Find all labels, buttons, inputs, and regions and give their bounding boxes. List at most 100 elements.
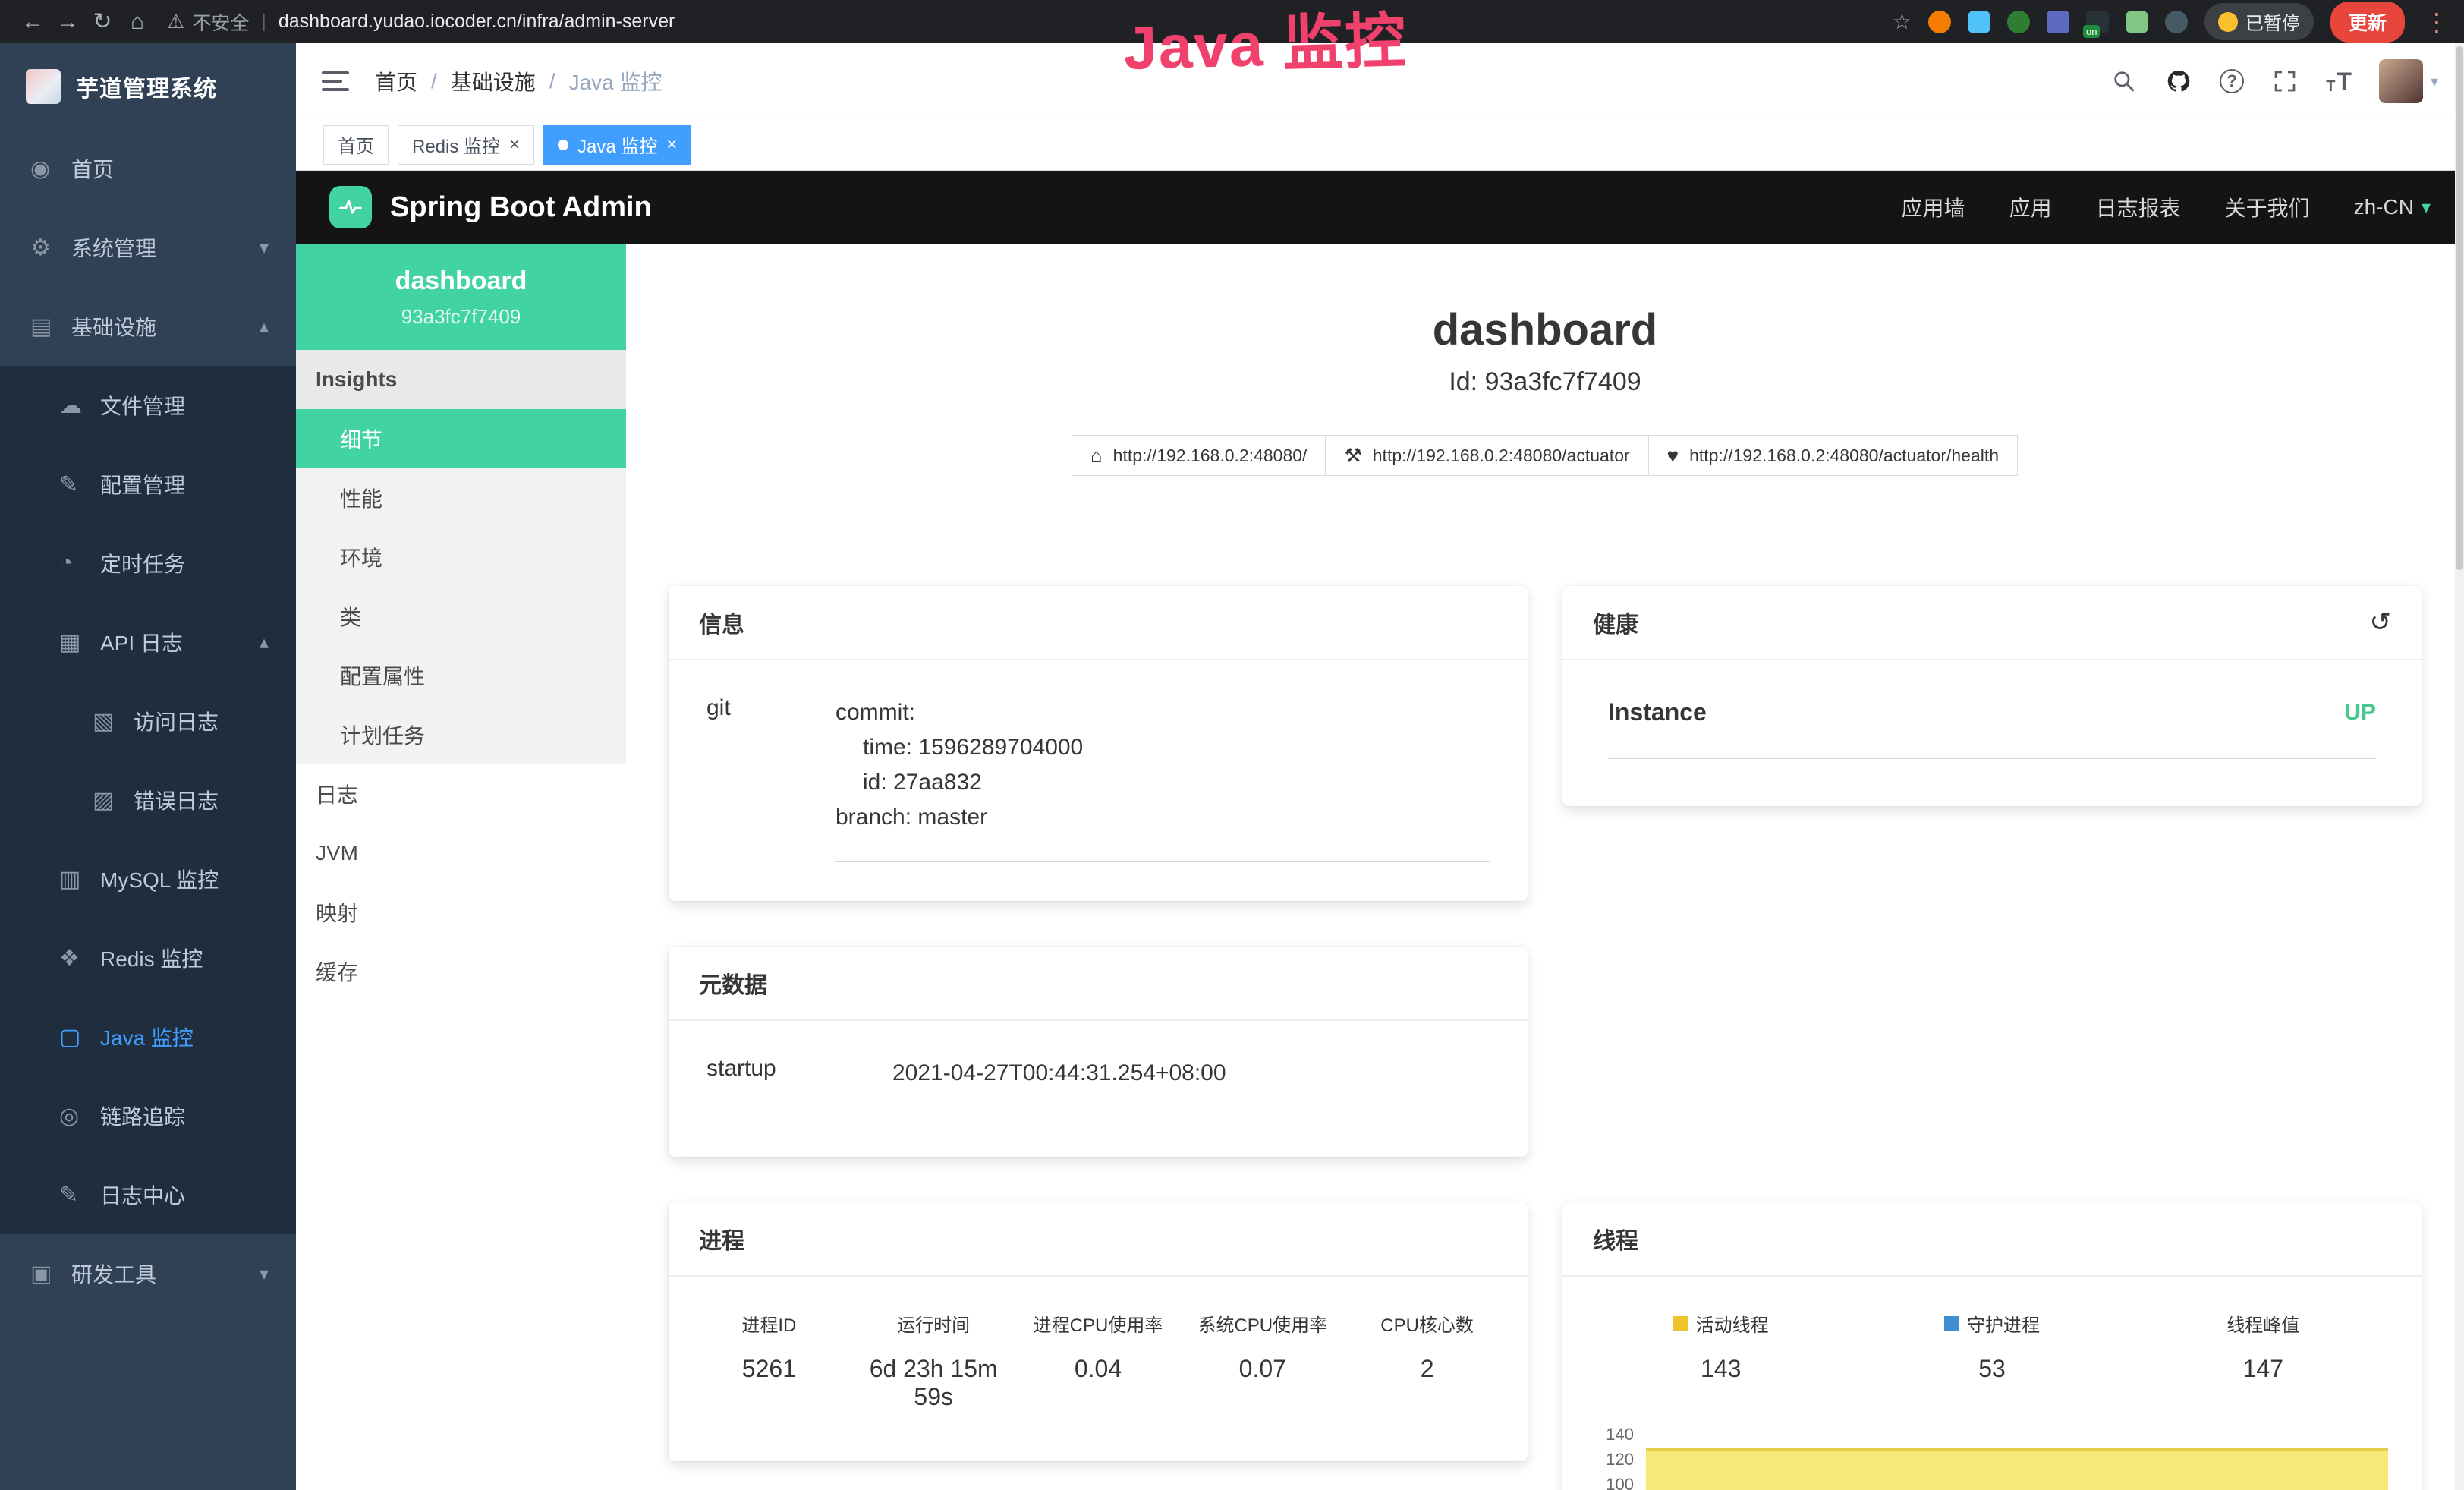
threads-area-chart: 140 120 100 [1585,1425,2399,1490]
history-icon[interactable]: ↺ [2370,607,2392,638]
process-card: 进程 进程ID 5261 运行时间 6d 23h 15m 59s [669,1202,1528,1461]
browser-menu-icon[interactable]: ⋮ [2425,8,2449,36]
reload-icon[interactable]: ↻ [85,8,120,35]
sidebar-item-api-logs[interactable]: ▦ API 日志 ▴ [0,603,296,682]
health-instance-label: Instance [1608,698,1707,726]
tag-home[interactable]: 首页 [323,125,389,165]
hamburger-icon[interactable] [322,71,349,91]
service-url-button[interactable]: ⌂ http://192.168.0.2:48080/ [1072,435,1326,476]
extension-icon[interactable] [1968,11,1990,33]
breadcrumb-home[interactable]: 首页 [375,66,417,96]
sba-item-mappings[interactable]: 映射 [296,883,626,942]
yellow-swatch-icon [1673,1316,1688,1331]
scrollbar-thumb[interactable] [2456,46,2463,570]
sba-header: Spring Boot Admin 应用墙 应用 日志报表 关于我们 zh-CN… [296,171,2464,244]
info-line: id: 27aa832 [835,765,1490,800]
extension-icon[interactable] [2047,11,2069,33]
legend-peak-threads: 线程峰值 147 [2128,1310,2399,1383]
sba-nav-about[interactable]: 关于我们 [2225,192,2310,222]
browser-home-icon[interactable]: ⌂ [120,9,155,35]
bookmark-star-icon[interactable]: ☆ [1893,9,1912,34]
puzzle-extension-icon[interactable] [2165,11,2188,33]
address-divider: | [261,11,266,33]
info-card-body: git commit: time: 1596289704000 id: 27aa… [669,660,1528,901]
browser-chrome: ← → ↻ ⌂ ⚠ 不安全 | dashboard.yudao.iocoder.… [0,0,2464,43]
sidebar-item-home[interactable]: ◉ 首页 [0,129,296,208]
font-size-icon[interactable]: TT [2326,68,2352,96]
sba-item-scheduled-tasks[interactable]: 计划任务 [296,705,626,764]
chart-y-axis: 140 120 100 [1585,1425,1644,1490]
forward-icon[interactable]: → [50,9,85,35]
sidebar-item-system-management[interactable]: ⚙ 系统管理 ▾ [0,208,296,287]
update-button[interactable]: 更新 [2330,2,2405,43]
sba-item-caches[interactable]: 缓存 [296,942,626,1001]
extension-icon[interactable]: on [2086,11,2109,33]
sidebar-item-infrastructure[interactable]: ▤ 基础设施 ▴ [0,287,296,366]
app-logo [26,69,61,104]
stat-value: 6d 23h 15m 59s [851,1355,1016,1411]
sba-item-jvm[interactable]: JVM [296,824,626,883]
sba-nav-journal[interactable]: 日志报表 [2096,192,2181,222]
sba-item-environment[interactable]: 环境 [296,528,626,587]
sidebar-item-dev-tools[interactable]: ▣ 研发工具 ▾ [0,1234,296,1313]
sidebar-item-config-management[interactable]: ✎ 配置管理 [0,445,296,524]
sidebar-item-error-logs[interactable]: ▨ 错误日志 [0,761,296,840]
spring-boot-admin-logo-icon[interactable] [329,186,372,228]
breadcrumb-infrastructure[interactable]: 基础设施 [451,66,536,96]
help-icon[interactable]: ? [2220,69,2244,93]
error-log-icon: ▨ [93,787,134,814]
instance-header[interactable]: dashboard 93a3fc7f7409 [296,244,626,350]
startup-timestamp: 2021-04-27T00:44:31.254+08:00 [892,1056,1490,1117]
sba-nav-wallboard[interactable]: 应用墙 [1902,192,1965,222]
sidebar-item-label: Redis 监控 [100,943,203,973]
sidebar-item-java-monitor[interactable]: ▢ Java 监控 [0,997,296,1076]
github-icon[interactable] [2165,68,2192,95]
chevron-down-icon: ▾ [2431,72,2438,91]
url-text[interactable]: dashboard.yudao.iocoder.cn/infra/admin-s… [278,11,675,33]
chevron-down-icon: ▾ [260,237,269,259]
avatar[interactable] [2379,59,2423,103]
locale-label: zh-CN [2354,195,2414,219]
tag-java-monitor[interactable]: Java 监控 × [543,125,691,165]
extension-icon[interactable] [1928,11,1951,33]
sidebar-item-redis-monitor[interactable]: ❖ Redis 监控 [0,918,296,997]
user-menu[interactable]: ▾ [2379,59,2438,103]
app-logo-row[interactable]: 芋道管理系统 [0,43,296,129]
close-icon[interactable]: × [509,136,520,154]
sba-brand-title[interactable]: Spring Boot Admin [390,191,652,224]
java-monitor-icon: ▢ [59,1024,100,1051]
threads-card: 线程 活动线程 143 守护进程 [1562,1202,2422,1490]
sba-item-details[interactable]: 细节 [296,409,626,468]
sba-item-classes[interactable]: 类 [296,587,626,646]
sidebar-item-file-management[interactable]: ☁ 文件管理 [0,366,296,445]
back-icon[interactable]: ← [15,9,50,35]
health-card-title: 健康 ↺ [1562,586,2422,660]
sidebar-item-label: 文件管理 [100,390,185,421]
sba-item-metrics[interactable]: 性能 [296,468,626,528]
address-bar[interactable]: ⚠ 不安全 | dashboard.yudao.iocoder.cn/infra… [167,8,675,36]
health-url-button[interactable]: ♥ http://192.168.0.2:48080/actuator/heal… [1648,435,2018,476]
process-card-body: 进程ID 5261 运行时间 6d 23h 15m 59s 进程CPU使用率 0… [669,1277,1528,1461]
y-tick: 140 [1585,1425,1634,1451]
sidebar-item-access-logs[interactable]: ▧ 访问日志 [0,682,296,761]
paused-badge[interactable]: 已暂停 [2204,3,2314,40]
sba-item-config-props[interactable]: 配置属性 [296,646,626,705]
extension-icon[interactable] [2007,11,2030,33]
main-column: 首页 / 基础设施 / Java 监控 ? TT [296,43,2464,1490]
stat-label: CPU核心数 [1345,1310,1509,1337]
search-icon[interactable] [2110,68,2138,95]
sidebar-item-trace[interactable]: ◎ 链路追踪 [0,1076,296,1155]
close-icon[interactable]: × [666,136,677,154]
locale-selector[interactable]: zh-CN ▾ [2354,195,2431,219]
tag-redis-monitor[interactable]: Redis 监控 × [398,125,534,165]
sba-nav-applications[interactable]: 应用 [2009,192,2052,222]
api-log-icon: ▦ [59,629,100,656]
sba-item-logs[interactable]: 日志 [296,764,626,824]
sidebar-item-log-center[interactable]: ✎ 日志中心 [0,1155,296,1234]
actuator-url-button[interactable]: ⚒ http://192.168.0.2:48080/actuator [1325,435,1648,476]
sidebar-item-mysql-monitor[interactable]: ▥ MySQL 监控 [0,840,296,918]
fullscreen-icon[interactable] [2271,68,2299,95]
sidebar-item-scheduled-tasks[interactable]: ◔ 定时任务 [0,524,296,603]
extension-icon[interactable] [2126,11,2148,33]
sidebar-item-label: 链路追踪 [100,1101,185,1131]
